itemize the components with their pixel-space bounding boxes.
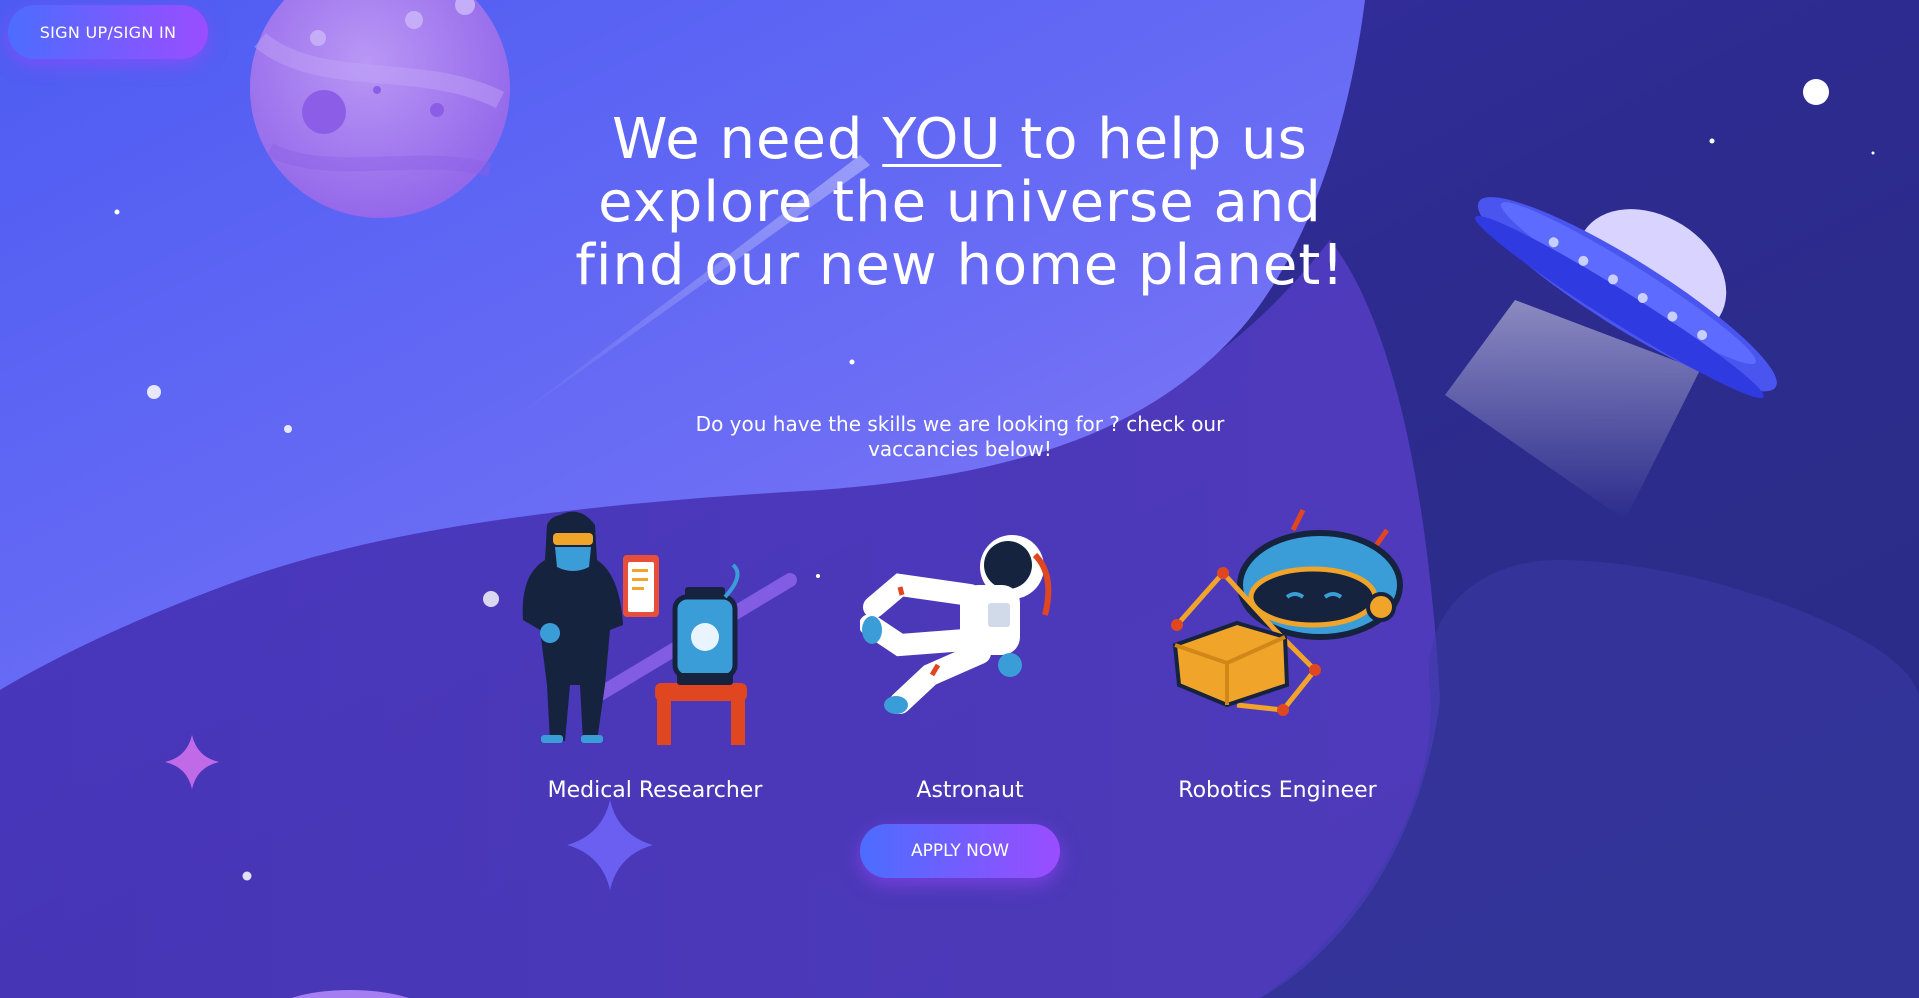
hero-title-emphasis: YOU xyxy=(882,107,1002,172)
job-label-astronaut: Astronaut xyxy=(916,778,1024,803)
hero-title: We need YOU to help us explore the unive… xyxy=(560,108,1360,297)
medical-researcher-illustration xyxy=(522,511,747,745)
job-label-robotics-engineer: Robotics Engineer xyxy=(1178,778,1377,803)
robotics-engineer-illustration xyxy=(1171,508,1403,716)
signup-signin-button[interactable]: SIGN UP/SIGN IN xyxy=(8,5,208,59)
hero-title-before: We need xyxy=(612,107,883,172)
astronaut-illustration xyxy=(860,535,1052,714)
apply-now-button[interactable]: APPLY NOW xyxy=(860,824,1060,878)
job-label-medical-researcher: Medical Researcher xyxy=(547,778,763,803)
hero-subtitle: Do you have the skills we are looking fo… xyxy=(695,412,1225,461)
